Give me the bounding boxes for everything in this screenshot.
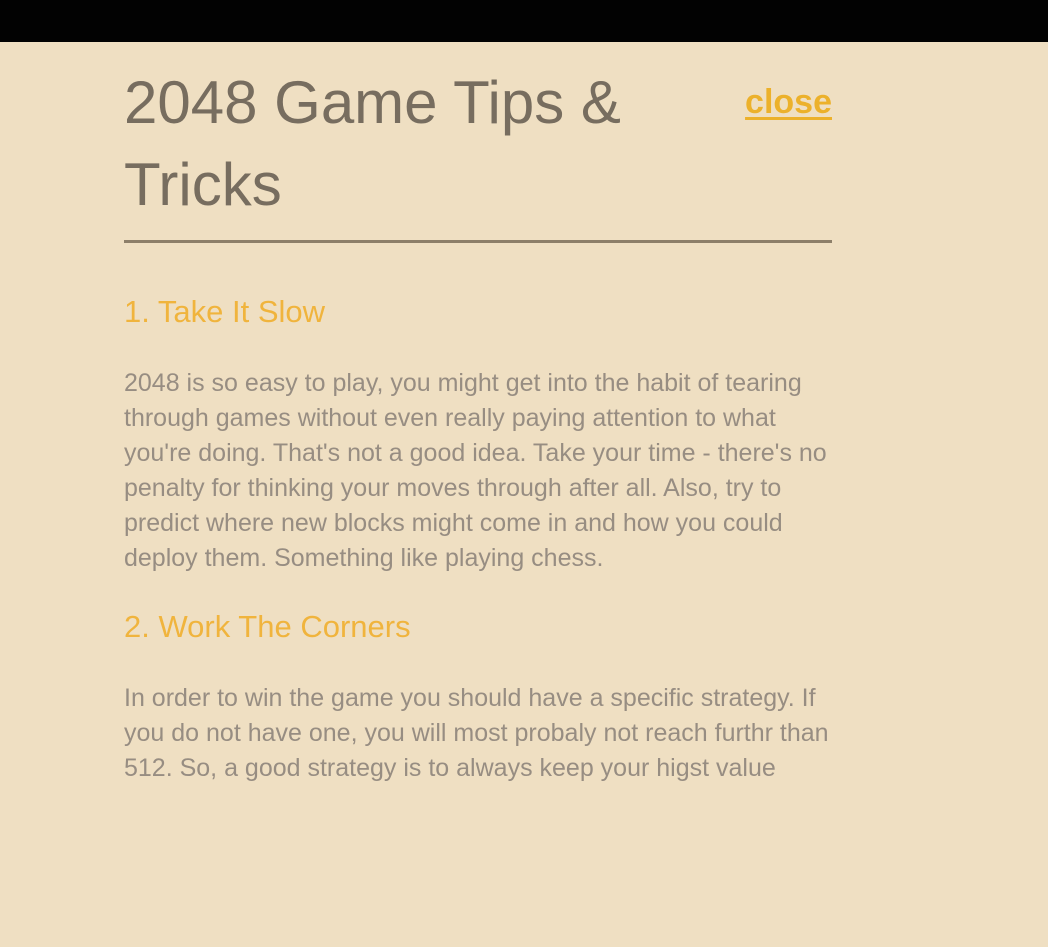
close-link[interactable]: close: [745, 82, 832, 122]
page-title: 2048 Game Tips & Tricks: [124, 69, 621, 218]
section-title-take-it-slow: 1. Take It Slow: [124, 294, 326, 329]
section-text-take-it-slow: 2048 is so easy to play, you might get i…: [124, 369, 827, 572]
tips-panel: 2048 Game Tips & Tricks close 1. Take It…: [124, 62, 832, 786]
section-title-work-the-corners: 2. Work The Corners: [124, 609, 411, 644]
section-text-work-the-corners: In order to win the game you should have…: [124, 684, 829, 782]
tips-page: 2048 Game Tips & Tricks close 1. Take It…: [0, 42, 1048, 947]
tips-header: 2048 Game Tips & Tricks close: [124, 62, 832, 243]
top-black-bar: [0, 0, 1048, 42]
